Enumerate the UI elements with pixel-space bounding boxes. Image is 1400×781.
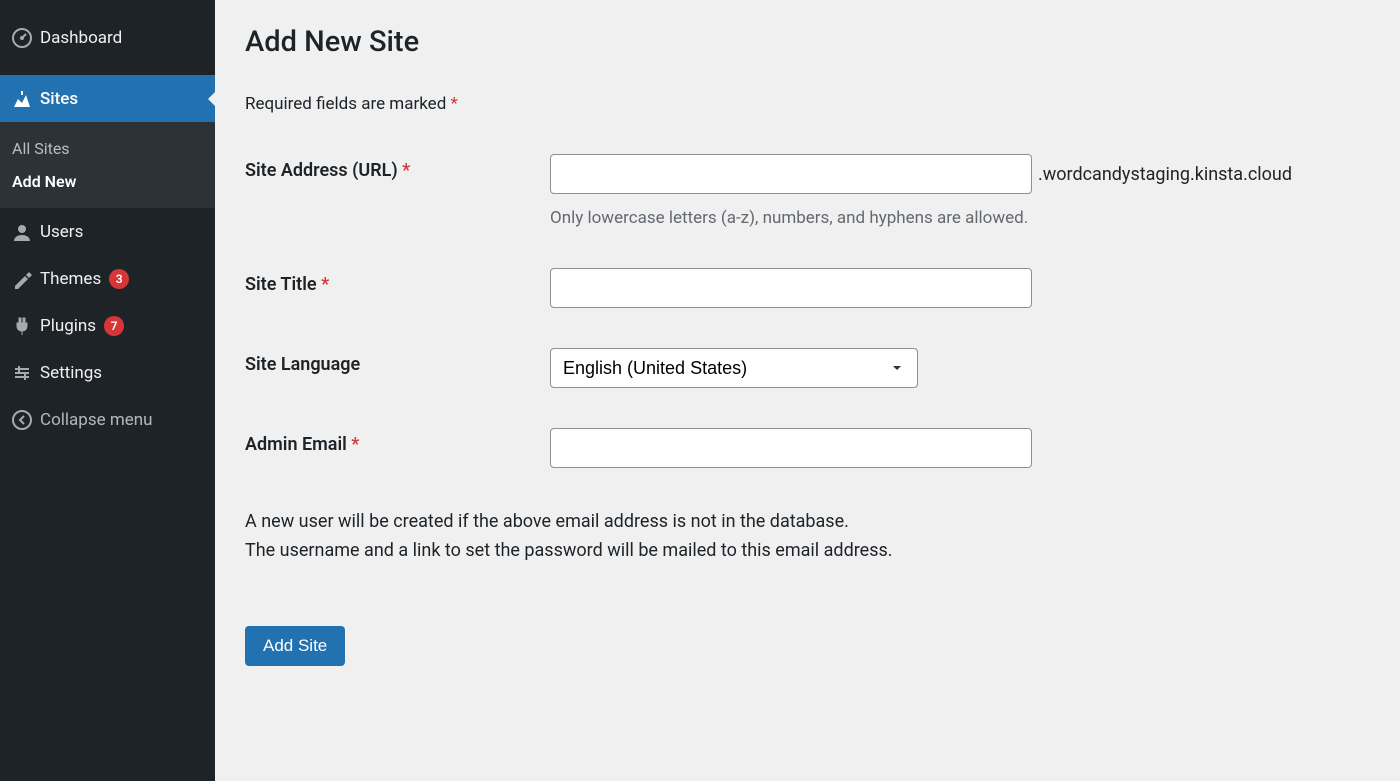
label-site-title: Site Title *	[245, 268, 550, 295]
sidebar-item-collapse[interactable]: Collapse menu	[0, 396, 215, 443]
dashboard-icon	[12, 28, 40, 48]
row-site-address: Site Address (URL) * .wordcandystaging.k…	[245, 154, 1370, 228]
users-icon	[12, 222, 40, 242]
field-site-address: .wordcandystaging.kinsta.cloud Only lowe…	[550, 154, 1370, 228]
sidebar-item-label: Plugins	[40, 316, 96, 336]
row-site-title: Site Title *	[245, 268, 1370, 308]
label-site-address: Site Address (URL) *	[245, 154, 550, 181]
label-admin-email: Admin Email *	[245, 428, 550, 455]
plugins-badge: 7	[104, 316, 124, 336]
field-admin-email	[550, 428, 1370, 468]
collapse-icon	[12, 410, 40, 430]
label-text: Site Title	[245, 274, 321, 295]
site-address-input[interactable]	[550, 154, 1032, 194]
sidebar-item-label: Settings	[40, 363, 102, 383]
sidebar-item-label: Themes	[40, 269, 101, 289]
sidebar-item-settings[interactable]: Settings	[0, 349, 215, 396]
required-mark: *	[321, 274, 329, 295]
notice-line1: A new user will be created if the above …	[245, 508, 1370, 537]
required-fields-notice: Required fields are marked *	[245, 94, 1370, 114]
themes-icon	[12, 269, 40, 289]
sidebar-submenu-sites: All Sites Add New	[0, 122, 215, 208]
submenu-add-new[interactable]: Add New	[0, 165, 215, 198]
admin-email-input[interactable]	[550, 428, 1032, 468]
label-text: Admin Email	[245, 434, 351, 455]
required-mark: *	[351, 434, 359, 455]
sidebar-item-dashboard[interactable]: Dashboard	[0, 0, 215, 75]
sidebar-item-plugins[interactable]: Plugins 7	[0, 302, 215, 349]
sidebar-item-themes[interactable]: Themes 3	[0, 255, 215, 302]
field-site-language: English (United States)	[550, 348, 1370, 388]
plugins-icon	[12, 316, 40, 336]
required-mark: *	[451, 94, 458, 114]
sidebar-item-label: Collapse menu	[40, 410, 153, 430]
label-text: Site Address (URL)	[245, 160, 402, 181]
email-notice: A new user will be created if the above …	[245, 508, 1370, 566]
required-mark: *	[402, 160, 410, 181]
sidebar-item-label: Dashboard	[40, 28, 122, 48]
page-title: Add New Site	[245, 25, 1370, 59]
sites-icon	[12, 89, 40, 109]
settings-icon	[12, 363, 40, 383]
sidebar-item-sites[interactable]: Sites	[0, 75, 215, 122]
themes-badge: 3	[109, 269, 129, 289]
label-site-language: Site Language	[245, 348, 550, 375]
sidebar-item-label: Sites	[40, 89, 78, 109]
admin-sidebar: Dashboard Sites All Sites Add New Users …	[0, 0, 215, 781]
notice-line2: The username and a link to set the passw…	[245, 537, 1370, 566]
add-site-button[interactable]: Add Site	[245, 626, 345, 666]
submenu-all-sites[interactable]: All Sites	[0, 132, 215, 165]
row-site-language: Site Language English (United States)	[245, 348, 1370, 388]
row-admin-email: Admin Email *	[245, 428, 1370, 468]
sidebar-item-label: Users	[40, 222, 83, 242]
sidebar-item-users[interactable]: Users	[0, 208, 215, 255]
field-site-title	[550, 268, 1370, 308]
site-language-select[interactable]: English (United States)	[550, 348, 918, 388]
required-prefix: Required fields are marked	[245, 94, 451, 114]
site-address-suffix: .wordcandystaging.kinsta.cloud	[1038, 164, 1292, 185]
site-address-hint: Only lowercase letters (a-z), numbers, a…	[550, 208, 1370, 228]
site-title-input[interactable]	[550, 268, 1032, 308]
main-content: Add New Site Required fields are marked …	[215, 0, 1400, 781]
